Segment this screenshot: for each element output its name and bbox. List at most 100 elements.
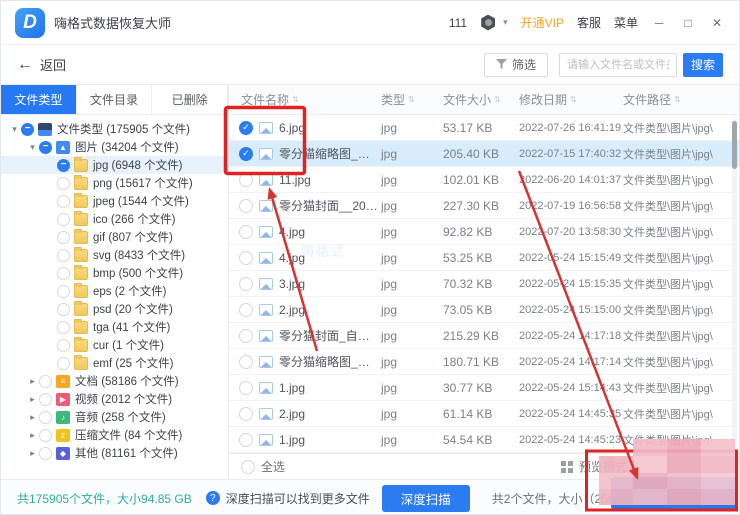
table-row[interactable]: ✓ 6.jpg jpg 53.17 KB 2022-07-26 16:41:19 文件类型… (229, 115, 739, 141)
select-all-control[interactable]: 全选 (241, 458, 285, 475)
table-row[interactable]: 2.jpg jpg 61.14 KB 2022-05-24 14:45:35 文件类型\… (229, 401, 739, 427)
maximize-button[interactable]: □ (680, 16, 696, 30)
tree-item-emf[interactable]: emf (25 个文件) (1, 354, 228, 372)
caret-right-icon[interactable]: ▸ (27, 412, 38, 423)
open-vip-link[interactable]: 开通VIP (521, 14, 564, 31)
tab-file-type[interactable]: 文件类型 (1, 85, 77, 114)
row-checkbox[interactable]: ✓ (239, 146, 253, 161)
row-checkbox[interactable] (239, 276, 253, 291)
row-checkbox[interactable] (239, 172, 253, 187)
support-link[interactable]: 客服 (577, 14, 601, 31)
tree-item-bmp[interactable]: bmp (500 个文件) (1, 264, 228, 282)
caret-down-icon[interactable]: ▾ (27, 142, 38, 153)
username[interactable]: 111 (449, 16, 467, 30)
row-checkbox[interactable] (239, 354, 253, 369)
menu-link[interactable]: 菜单 (614, 14, 638, 31)
tree-checkbox-partial[interactable]: − (39, 140, 52, 154)
caret-right-icon[interactable]: ▸ (27, 448, 38, 459)
tree-checkbox[interactable] (57, 320, 70, 334)
tree-item-label: 其他 (81161 个文件) (75, 448, 178, 460)
preview-mode-toggle[interactable]: 预览模式 (560, 458, 627, 475)
tree-item-svg[interactable]: svg (8433 个文件) (1, 246, 228, 264)
deep-scan-button[interactable]: 深度扫描 (381, 484, 470, 512)
tree-checkbox[interactable] (39, 374, 52, 388)
tree-item-audio[interactable]: ▸ ♪ 音频 (258 个文件) (1, 408, 228, 426)
table-row[interactable]: 2.jpg jpg 73.05 KB 2022-05-24 15:15:00 文件类型\… (229, 297, 739, 323)
table-row[interactable]: 零分猫封面__2022-07-19...jpg 227.30 KB 2022-07-… (229, 193, 739, 219)
minimize-button[interactable]: ─ (651, 16, 667, 30)
close-button[interactable]: ✕ (709, 16, 725, 30)
caret-right-icon[interactable]: ▸ (27, 376, 38, 387)
tree-item-file-type[interactable]: ▾ − 文件类型 (175905 个文件) (1, 120, 228, 138)
column-header-date[interactable]: 修改日期 ⇅ (519, 91, 623, 108)
tree-item-video[interactable]: ▸ ▶ 视频 (2012 个文件) (1, 390, 228, 408)
tree-checkbox[interactable] (57, 230, 70, 244)
column-header-type[interactable]: 类型 ⇅ (381, 91, 443, 108)
vip-badge-icon[interactable] (481, 14, 495, 31)
table-row[interactable]: 1.jpg jpg 30.77 KB 2022-05-24 15:14:43 文件类型\… (229, 375, 739, 401)
table-row[interactable]: 4.jpg jpg 92.82 KB 2022-07-20 13:58:30 文件类型\… (229, 219, 739, 245)
tree-checkbox[interactable] (57, 212, 70, 226)
tree-checkbox-partial[interactable]: − (21, 122, 34, 136)
table-row[interactable]: 零分猫缩略图_自定义px_2...jpg 180.71 KB 2022-05-24 … (229, 349, 739, 375)
table-row[interactable]: 1.jpg jpg 54.54 KB 2022-05-24 14:45:23 文件类型\… (229, 427, 739, 453)
tree-checkbox[interactable] (39, 428, 52, 442)
row-checkbox[interactable] (239, 406, 253, 421)
column-header-path[interactable]: 文件路径 ⇅ (623, 91, 739, 108)
tree-checkbox[interactable] (57, 302, 70, 316)
tree-checkbox[interactable] (39, 410, 52, 424)
tree-checkbox[interactable] (57, 284, 70, 298)
tree-checkbox[interactable] (57, 176, 70, 190)
tree-item-jpeg[interactable]: jpeg (1544 个文件) (1, 192, 228, 210)
tree-checkbox[interactable] (57, 194, 70, 208)
folder-icon (74, 156, 88, 172)
filter-button[interactable]: 筛选 (483, 52, 548, 77)
tree-item-png[interactable]: png (15617 个文件) (1, 174, 228, 192)
tree-checkbox-partial[interactable]: − (57, 158, 70, 172)
tree-item-jpg[interactable]: − jpg (6948 个文件) (1, 156, 228, 174)
caret-down-icon[interactable]: ▾ (9, 124, 20, 135)
search-button[interactable]: 搜索 (683, 52, 723, 77)
row-checkbox[interactable] (239, 328, 253, 343)
row-checkbox[interactable] (239, 432, 253, 447)
help-icon[interactable]: ? (205, 491, 220, 505)
row-checkbox[interactable]: ✓ (239, 120, 253, 135)
column-header-name[interactable]: 文件名称 ⇅ (229, 91, 381, 108)
table-row[interactable]: 11.jpg jpg 102.01 KB 2022-06-20 14:01:37 文件类… (229, 167, 739, 193)
tree-item-image[interactable]: ▾ − ▲ 图片 (34204 个文件) (1, 138, 228, 156)
tree-item-eps[interactable]: eps (2 个文件) (1, 282, 228, 300)
table-row[interactable]: 3.jpg jpg 70.32 KB 2022-05-24 15:15:35 文件类型\… (229, 271, 739, 297)
tree-item-other[interactable]: ▸ ◆ 其他 (81161 个文件) (1, 444, 228, 462)
tab-file-directory[interactable]: 文件目录 (76, 85, 153, 114)
tree-item-psd[interactable]: psd (20 个文件) (1, 300, 228, 318)
column-header-size[interactable]: 文件大小 ⇅ (443, 91, 519, 108)
tree-checkbox[interactable] (39, 446, 52, 460)
tree-item-tga[interactable]: tga (41 个文件) (1, 318, 228, 336)
row-checkbox[interactable] (239, 250, 253, 265)
caret-right-icon[interactable]: ▸ (27, 430, 38, 441)
search-input[interactable] (559, 52, 677, 77)
tree-item-zip[interactable]: ▸ z 压缩文件 (84 个文件) (1, 426, 228, 444)
account-dropdown-icon[interactable]: ▾ (503, 17, 508, 28)
select-all-checkbox[interactable] (241, 459, 255, 474)
table-row[interactable]: ✓ 零分猫缩略图_自定义px_2...jpg 205.40 KB 2022-07-15… (229, 141, 739, 167)
row-checkbox[interactable] (239, 302, 253, 317)
scrollbar-thumb[interactable] (732, 121, 737, 169)
table-row[interactable]: 4.jpg jpg 53.25 KB 2022-05-24 15:15:49 文件类型\… (229, 245, 739, 271)
tree-checkbox[interactable] (57, 266, 70, 280)
tree-checkbox[interactable] (39, 392, 52, 406)
row-checkbox[interactable] (239, 198, 253, 213)
tree-item-ico[interactable]: ico (266 个文件) (1, 210, 228, 228)
tree-item-cur[interactable]: cur (1 个文件) (1, 336, 228, 354)
row-checkbox[interactable] (239, 224, 253, 239)
back-button[interactable]: ← 返回 (17, 55, 66, 74)
table-row[interactable]: 零分猫封面_自定义px_202...jpg 215.29 KB 2022-05-24… (229, 323, 739, 349)
tree-item-gif[interactable]: gif (807 个文件) (1, 228, 228, 246)
tree-item-doc[interactable]: ▸ ≡ 文档 (58186 个文件) (1, 372, 228, 390)
tree-checkbox[interactable] (57, 338, 70, 352)
caret-right-icon[interactable]: ▸ (27, 394, 38, 405)
tree-checkbox[interactable] (57, 248, 70, 262)
tree-checkbox[interactable] (57, 356, 70, 370)
tab-deleted[interactable]: 已删除 (152, 85, 229, 114)
row-checkbox[interactable] (239, 380, 253, 395)
